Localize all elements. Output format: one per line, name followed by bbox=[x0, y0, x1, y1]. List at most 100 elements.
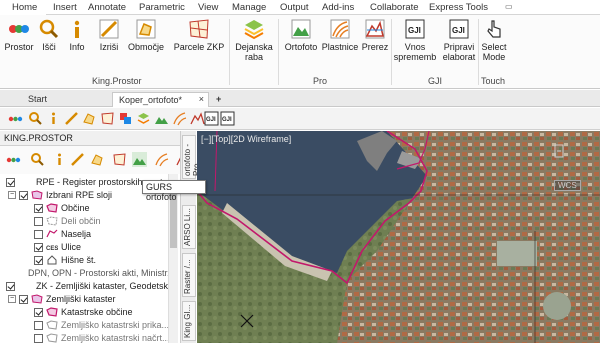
checkbox[interactable] bbox=[34, 307, 43, 317]
tree-item-obcine[interactable]: Občine bbox=[34, 202, 90, 214]
document-tabs: Start Koper_ortofoto* × + bbox=[0, 90, 600, 107]
checkbox[interactable] bbox=[19, 294, 28, 304]
tree-item-zk-nacrt[interactable]: Zemljiško katastrski načrt... bbox=[34, 332, 168, 343]
draw-icon[interactable] bbox=[64, 111, 79, 126]
parcels-icon[interactable] bbox=[112, 152, 127, 167]
draw-icon[interactable] bbox=[70, 152, 85, 167]
select-mode-icon bbox=[487, 20, 501, 38]
tree-item-zk[interactable]: ZK - Zemljiški kataster, Geodetsk... bbox=[6, 280, 168, 292]
section-icon[interactable] bbox=[190, 111, 205, 126]
new-tab-button[interactable]: + bbox=[210, 92, 227, 107]
checkbox[interactable] bbox=[34, 255, 43, 265]
group-touch: Touch bbox=[481, 76, 506, 86]
menu-manage[interactable]: Manage bbox=[232, 2, 266, 13]
checkbox[interactable] bbox=[34, 216, 43, 226]
orthophoto-icon[interactable] bbox=[154, 111, 169, 126]
quick-toolbar: GJI GJI bbox=[0, 108, 600, 130]
info-button[interactable]: Info bbox=[66, 18, 88, 52]
parcels-icon[interactable] bbox=[100, 111, 115, 126]
svg-text:GJI: GJI bbox=[206, 117, 216, 123]
land-use-icon[interactable] bbox=[136, 111, 151, 126]
tree-item-rpe[interactable]: RPE - Register prostorskih enot bbox=[6, 176, 163, 188]
vnos-sprememb-button[interactable]: GJI Vnos sprememb bbox=[393, 18, 437, 62]
menu-add-ins[interactable]: Add-ins bbox=[322, 2, 354, 13]
info-icon[interactable] bbox=[46, 111, 61, 126]
tree-item-ulice[interactable]: CEST Ulice bbox=[34, 241, 81, 253]
menu-collaborate[interactable]: Collaborate bbox=[370, 2, 419, 13]
menu-parametric[interactable]: Parametric bbox=[139, 2, 185, 13]
checkbox[interactable] bbox=[19, 190, 28, 200]
svg-text:GJI: GJI bbox=[408, 26, 421, 35]
ribbon-toggle-icon[interactable]: ▭ bbox=[505, 2, 515, 12]
svg-text:GJI: GJI bbox=[452, 26, 465, 35]
tab-start[interactable]: Start bbox=[22, 92, 53, 107]
prostor-label: Prostor bbox=[4, 42, 34, 52]
area-icon[interactable] bbox=[82, 111, 97, 126]
menu-annotate[interactable]: Annotate bbox=[88, 2, 126, 13]
menu-view[interactable]: View bbox=[198, 2, 218, 13]
tree-item-zemljiski-kataster[interactable]: − Zemljiški kataster bbox=[8, 293, 116, 305]
tree-item-katastrske-obcine[interactable]: Katastrske občine bbox=[34, 306, 133, 318]
menu-output[interactable]: Output bbox=[280, 2, 309, 13]
checkbox[interactable] bbox=[34, 242, 43, 252]
menu-home[interactable]: Home bbox=[12, 2, 37, 13]
gji-prepare-icon[interactable]: GJI bbox=[220, 111, 235, 126]
wcs-indicator[interactable]: WCS bbox=[554, 180, 581, 191]
layers-icon[interactable] bbox=[118, 111, 133, 126]
checkbox[interactable] bbox=[6, 177, 15, 187]
tree-item-deli-obcin[interactable]: Deli občin bbox=[34, 215, 101, 227]
area-icon bbox=[136, 19, 156, 39]
ribbon-separator bbox=[391, 19, 392, 85]
menu-insert[interactable]: Insert bbox=[53, 2, 77, 13]
checkbox[interactable] bbox=[34, 320, 43, 330]
close-icon[interactable]: × bbox=[199, 94, 204, 104]
select-mode-button[interactable]: Select Mode bbox=[481, 18, 507, 62]
contours-icon[interactable] bbox=[154, 152, 169, 167]
draw-icon bbox=[99, 19, 119, 39]
tree-item-izbrani-rpe[interactable]: − Izbrani RPE sloji bbox=[8, 189, 112, 201]
tab-koper-ortofoto[interactable]: Koper_ortofoto* × bbox=[112, 92, 209, 107]
plastnice-button[interactable]: Plastnice bbox=[320, 18, 360, 52]
izrisi-button[interactable]: Izriši bbox=[96, 18, 122, 52]
side-tab-king-gi[interactable]: King GI... bbox=[182, 301, 196, 341]
area-icon[interactable] bbox=[90, 152, 105, 167]
info-icon[interactable] bbox=[52, 152, 67, 167]
isci-button[interactable]: Išči bbox=[38, 18, 60, 52]
map-viewport[interactable]: [−][Top][2D Wireframe] WCS bbox=[197, 131, 600, 343]
gji-edit-icon[interactable]: GJI bbox=[204, 111, 219, 126]
tree-item-dpn-opn[interactable]: DPN, OPN - Prostorski akti, Ministr... bbox=[28, 267, 168, 279]
contours-icon[interactable] bbox=[172, 111, 187, 126]
ortofoto-button[interactable]: Ortofoto bbox=[283, 18, 319, 52]
prostor-icon[interactable] bbox=[8, 111, 23, 126]
tree-item-hisne-st[interactable]: Hišne št. bbox=[34, 254, 96, 266]
prerez-button[interactable]: Prerez bbox=[361, 18, 389, 52]
collapse-icon[interactable]: − bbox=[8, 295, 16, 303]
pripravi-elaborat-button[interactable]: GJI Pripravi elaborat bbox=[438, 18, 480, 62]
king-prostor-panel: KING.PROSTOR RPE - Register prostorskih … bbox=[0, 131, 196, 343]
search-icon[interactable] bbox=[30, 152, 45, 167]
tree-item-naselja[interactable]: Naselja bbox=[34, 228, 91, 240]
side-tab-raster[interactable]: Raster /... bbox=[182, 253, 196, 297]
select-mode-label: Select Mode bbox=[481, 42, 507, 62]
search-icon[interactable] bbox=[28, 111, 43, 126]
checkbox[interactable] bbox=[6, 281, 15, 291]
prostor-icon[interactable] bbox=[6, 152, 21, 167]
side-tab-ortofoto[interactable]: ortofoto - Pro... bbox=[182, 135, 201, 179]
obmocje-button[interactable]: Območje bbox=[124, 18, 168, 52]
prostor-button[interactable]: Prostor bbox=[4, 18, 34, 52]
isci-label: Išči bbox=[42, 42, 56, 52]
parcele-zkp-button[interactable]: Parcele ZKP bbox=[172, 18, 226, 52]
viewport-label[interactable]: [−][Top][2D Wireframe] bbox=[201, 134, 291, 144]
dejanska-raba-button[interactable]: Dejanska raba bbox=[232, 18, 276, 62]
tree-item-zk-prikaz[interactable]: Zemljiško katastrski prika... bbox=[34, 319, 168, 331]
checkbox[interactable] bbox=[34, 229, 43, 239]
menu-express-tools[interactable]: Express Tools bbox=[429, 2, 488, 13]
checkbox[interactable] bbox=[34, 203, 43, 213]
ortofoto-label: Ortofoto bbox=[284, 42, 318, 52]
layer-tree: RPE - Register prostorskih enot − Izbran… bbox=[0, 174, 168, 343]
side-tab-arso[interactable]: ARSO Li... bbox=[182, 205, 196, 249]
municipality-icon bbox=[46, 203, 58, 213]
collapse-icon[interactable]: − bbox=[8, 191, 16, 199]
checkbox[interactable] bbox=[34, 333, 43, 343]
orthophoto-icon[interactable] bbox=[132, 152, 147, 167]
